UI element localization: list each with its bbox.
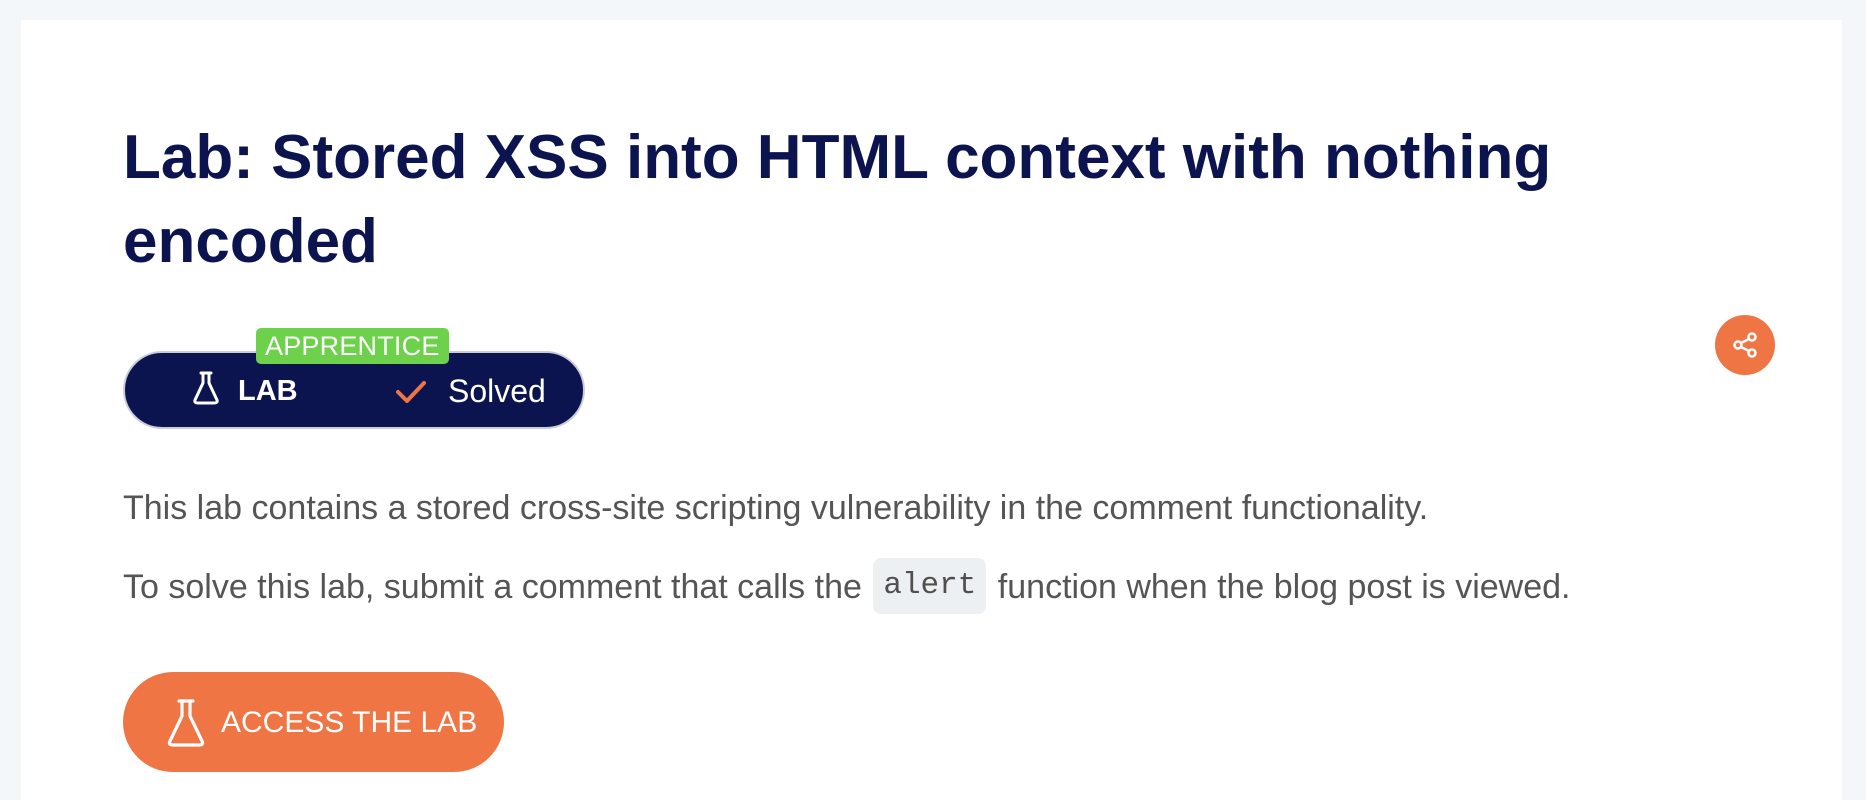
share-icon bbox=[1733, 332, 1757, 358]
lab-type-label: LAB bbox=[238, 375, 298, 407]
lab-instruction: To solve this lab, submit a comment that… bbox=[123, 558, 1571, 617]
solved-status-label: Solved bbox=[448, 373, 546, 409]
page-title: Lab: Stored XSS into HTML context with n… bbox=[123, 123, 1552, 276]
lab-card: Lab: Stored XSS into HTML context with n… bbox=[21, 20, 1842, 800]
share-button[interactable] bbox=[1715, 315, 1775, 375]
instruction-text-before: To solve this lab, submit a comment that… bbox=[123, 567, 872, 606]
flask-icon bbox=[167, 699, 205, 747]
alert-code-chip: alert bbox=[873, 558, 987, 614]
access-lab-button[interactable]: ACCESS THE LAB bbox=[123, 672, 504, 772]
lab-description: This lab contains a stored cross-site sc… bbox=[123, 489, 1429, 527]
apprentice-level-badge: APPRENTICE bbox=[256, 328, 449, 364]
access-lab-label: ACCESS THE LAB bbox=[221, 706, 478, 739]
flask-icon bbox=[193, 371, 219, 405]
check-icon bbox=[396, 381, 426, 403]
instruction-text-after: function when the blog post is viewed. bbox=[988, 567, 1571, 606]
